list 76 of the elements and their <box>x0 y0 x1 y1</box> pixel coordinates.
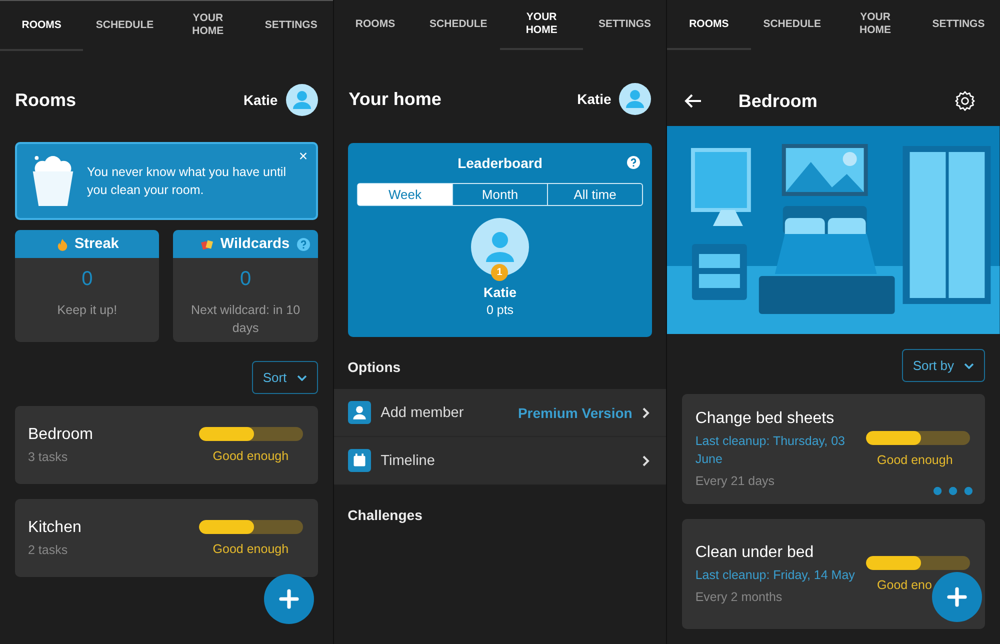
more-icon[interactable] <box>933 486 974 496</box>
stat-title: Wildcards <box>220 236 290 252</box>
nav-tab[interactable]: YOUR HOME <box>166 1 250 51</box>
avatar-icon[interactable] <box>619 83 652 115</box>
nav-tab[interactable]: SETTINGS <box>250 1 333 51</box>
option-row[interactable]: Add member Premium Version <box>334 389 666 437</box>
tip-text: You never know what you have until you clean your room. <box>87 164 287 199</box>
nav-tab[interactable]: SCHEDULE <box>83 1 166 51</box>
nav-tab[interactable]: SETTINGS <box>916 0 1000 50</box>
nav-tab[interactable]: SCHEDULE <box>416 0 500 50</box>
chevron-icon <box>642 406 650 418</box>
plus-icon <box>947 587 968 607</box>
nav-tab[interactable]: SETTINGS <box>583 0 666 50</box>
close-button[interactable]: × <box>298 148 308 165</box>
section-title: Challenges <box>348 507 424 523</box>
task-count: 3 tasks <box>28 450 69 464</box>
back-arrow-icon[interactable] <box>684 93 702 109</box>
leader-name: Katie <box>484 285 517 300</box>
sort-dropdown[interactable]: Sort <box>252 361 318 394</box>
period-tab[interactable]: Month <box>452 184 547 205</box>
status-label: Good enough <box>877 453 953 467</box>
option-label: Timeline <box>380 452 436 468</box>
help-icon[interactable] <box>627 156 640 169</box>
period-tab[interactable]: Week <box>358 184 452 205</box>
stat-title: Streak <box>74 236 119 252</box>
stat-value: 0 <box>240 268 252 291</box>
rank-badge: 1 <box>491 264 508 281</box>
caret-icon <box>296 374 307 380</box>
stat-note: Next wildcard: in 10 days <box>190 302 302 338</box>
nav-tab[interactable]: ROOMS <box>334 0 417 50</box>
settings-icon[interactable] <box>954 90 976 112</box>
page-title: Your home <box>348 88 442 110</box>
sort-dropdown[interactable]: Sort by <box>902 349 986 382</box>
option-label: Add member <box>380 404 465 420</box>
option-row[interactable]: Timeline <box>334 437 666 485</box>
task-interval: Every 2 months <box>695 590 784 604</box>
nav-tab[interactable]: SCHEDULE <box>750 0 834 50</box>
task-card[interactable]: Clean under bed Last cleanup: Friday, 14 May Every 2 months Good eno <box>682 519 986 629</box>
user-name: Katie <box>243 92 278 108</box>
last-cleanup: Last cleanup: Thursday, 03 June <box>695 432 846 468</box>
avatar-icon[interactable] <box>286 84 318 116</box>
chevron-icon <box>642 454 650 466</box>
section-title: Options <box>348 359 402 375</box>
task-count: 2 tasks <box>28 543 69 557</box>
nav-tab[interactable]: YOUR HOME <box>834 0 917 50</box>
premium-label: Premium Version <box>518 404 632 420</box>
nav-tab[interactable]: YOUR HOME <box>500 0 584 50</box>
flame-icon <box>56 238 68 250</box>
room-card[interactable]: Kitchen 2 tasks Good enough <box>15 499 318 577</box>
task-card[interactable]: Change bed sheets Last cleanup: Thursday, 03 June Every 21 days Good enough <box>682 394 986 504</box>
leader-points: 0 pts <box>486 303 514 317</box>
stat-note: Keep it up! <box>56 302 118 319</box>
card-title: Leaderboard <box>458 155 542 171</box>
page-title: Rooms <box>15 90 78 110</box>
user-name: Katie <box>577 91 612 107</box>
stat-value: 0 <box>82 268 93 291</box>
task-name: Change bed sheets <box>695 410 836 428</box>
status-label: Good eno <box>877 578 932 592</box>
avatar-icon <box>471 218 529 276</box>
page-title: Bedroom <box>738 90 818 112</box>
last-cleanup: Last cleanup: Friday, 14 May <box>695 566 856 584</box>
cards-icon <box>201 238 214 250</box>
room-card[interactable]: Bedroom 3 tasks Good enough <box>15 406 318 484</box>
caret-icon <box>964 362 974 368</box>
nav-tab[interactable]: ROOMS <box>0 1 84 51</box>
calendar-icon <box>348 449 371 472</box>
room-name: Bedroom <box>28 426 94 444</box>
plus-icon <box>278 589 299 609</box>
status-label: Good enough <box>212 542 289 556</box>
task-interval: Every 21 days <box>695 474 776 488</box>
room-name: Kitchen <box>28 519 82 537</box>
nav-tab[interactable]: ROOMS <box>667 0 751 50</box>
period-tab[interactable]: All time <box>547 184 642 205</box>
status-label: Good enough <box>212 449 289 463</box>
task-name: Clean under bed <box>695 544 815 562</box>
person-icon <box>348 401 371 424</box>
